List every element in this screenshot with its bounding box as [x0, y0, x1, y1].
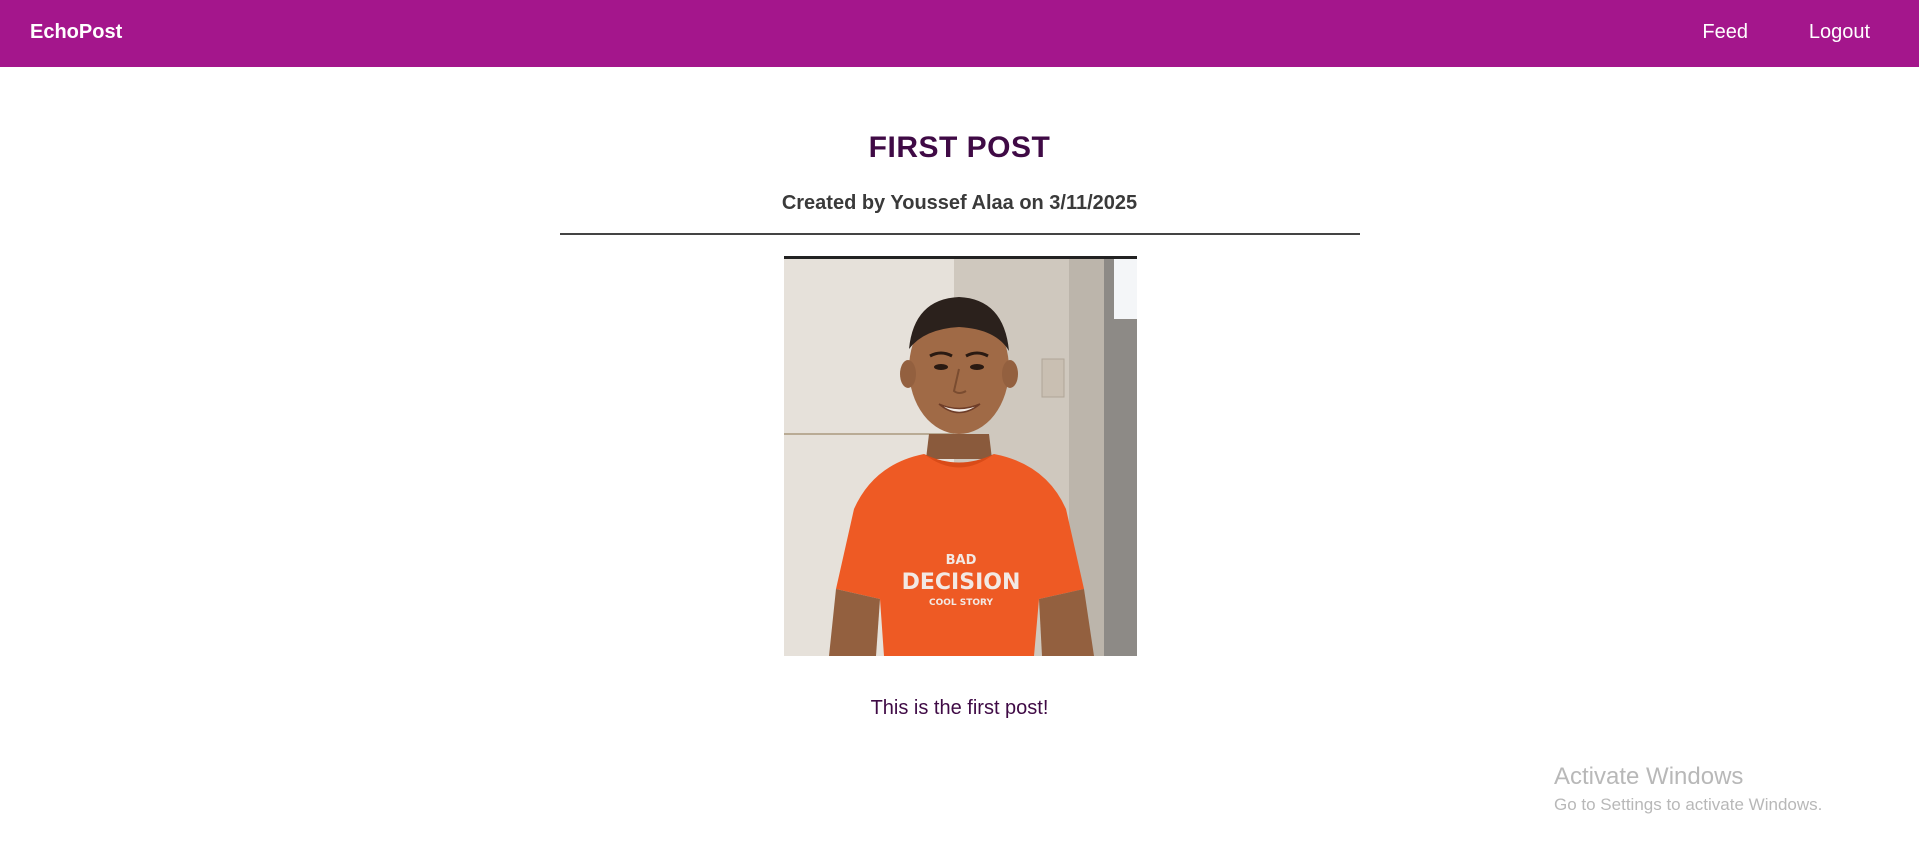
- post-title: FIRST POST: [868, 131, 1051, 164]
- watermark-title: Activate Windows: [1554, 763, 1744, 790]
- svg-text:BAD: BAD: [946, 553, 977, 568]
- windows-activation-watermark: Activate Windows Go to Settings to activ…: [1554, 762, 1822, 816]
- brand-logo-link[interactable]: EchoPost: [30, 19, 122, 45]
- svg-text:COOL STORY: COOL STORY: [929, 598, 993, 608]
- watermark-subtitle: Go to Settings to activate Windows.: [1554, 795, 1823, 814]
- post-body: This is the first post!: [870, 697, 1049, 719]
- divider: [560, 233, 1360, 235]
- nav-logout-link[interactable]: Logout: [1809, 19, 1870, 45]
- post-photo-illustration: BAD DECISION COOL STORY: [784, 259, 1137, 656]
- top-navbar: EchoPost Feed Logout: [0, 0, 1919, 67]
- nav-feed-link[interactable]: Feed: [1702, 19, 1748, 45]
- post-meta: Created by Youssef Alaa on 3/11/2025: [781, 192, 1138, 214]
- post-image: BAD DECISION COOL STORY: [784, 256, 1137, 656]
- svg-text:DECISION: DECISION: [902, 570, 1021, 595]
